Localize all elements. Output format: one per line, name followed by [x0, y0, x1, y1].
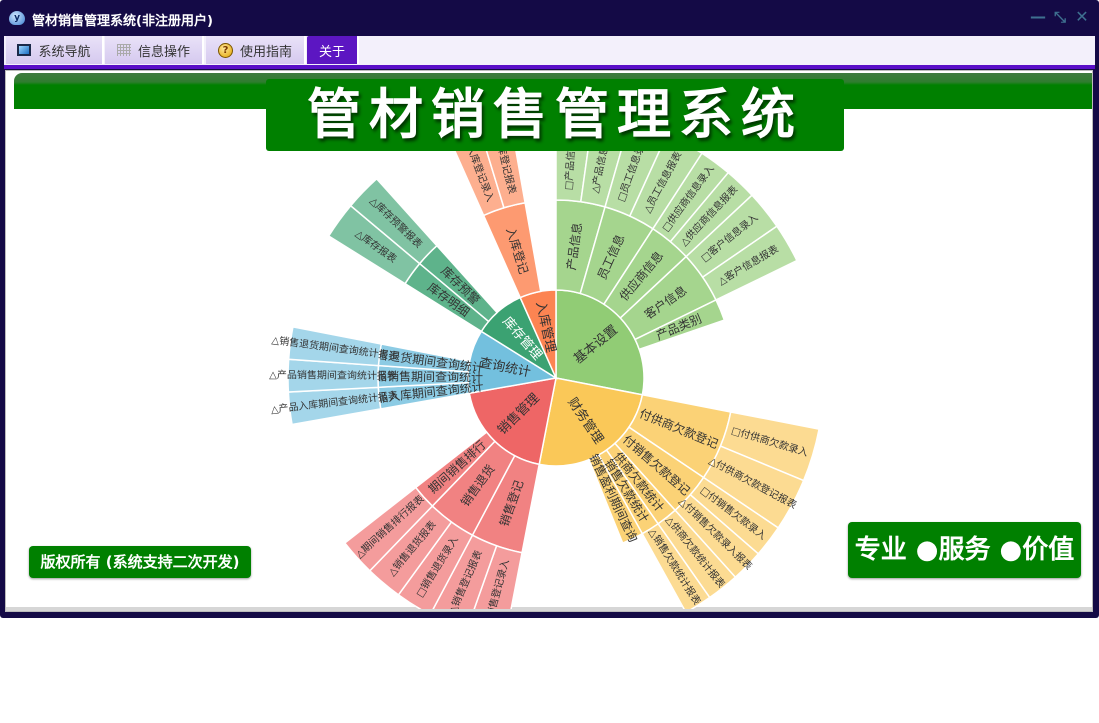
tab-about[interactable]: 关于 — [307, 36, 359, 64]
grid-icon — [116, 44, 131, 56]
about-panel: 基本设置 产品信息 □产品信息录入 △产品信息报表 员工信息 □员工信息录入 △员工信息报表… — [5, 70, 1093, 612]
copyright-button[interactable]: 版权所有 (系统支持二次开发) — [29, 546, 251, 578]
monitor-icon — [17, 44, 32, 56]
tab-underline — [4, 65, 1095, 69]
window-title: 管材销售管理系统(非注册用户) — [32, 14, 213, 29]
slogan-badge: 专业 ●服务 ●价值 — [848, 522, 1081, 578]
restore-icon[interactable]: ⤡ — [1052, 9, 1068, 25]
menu-tab-bar: 系统导航 信息操作 ? 使用指南 关于 — [4, 36, 1095, 66]
title-bar[interactable]: y 管材销售管理系统(非注册用户) — ⤡ ✕ — [0, 0, 1099, 36]
tab-label: 关于 — [318, 44, 345, 60]
tab-user-guide[interactable]: ? 使用指南 — [206, 36, 306, 64]
close-icon[interactable]: ✕ — [1074, 9, 1090, 25]
tab-label: 系统导航 — [38, 44, 91, 60]
tab-information-operations[interactable]: 信息操作 — [105, 36, 204, 64]
help-icon: ? — [217, 42, 233, 58]
minimize-icon[interactable]: — — [1030, 9, 1046, 25]
sunburst-label: △产品销售期间查询统计报表 — [269, 368, 397, 382]
tab-system-navigation[interactable]: 系统导航 — [6, 36, 104, 64]
tab-label: 使用指南 — [239, 44, 292, 60]
app-cloud-icon: y — [9, 11, 25, 25]
tab-label: 信息操作 — [137, 44, 190, 60]
system-title-banner: 管材销售管理系统 — [266, 79, 844, 151]
app-window: y 管材销售管理系统(非注册用户) — ⤡ ✕ 系统导航 信息操作 ? 使用指南… — [0, 0, 1099, 618]
